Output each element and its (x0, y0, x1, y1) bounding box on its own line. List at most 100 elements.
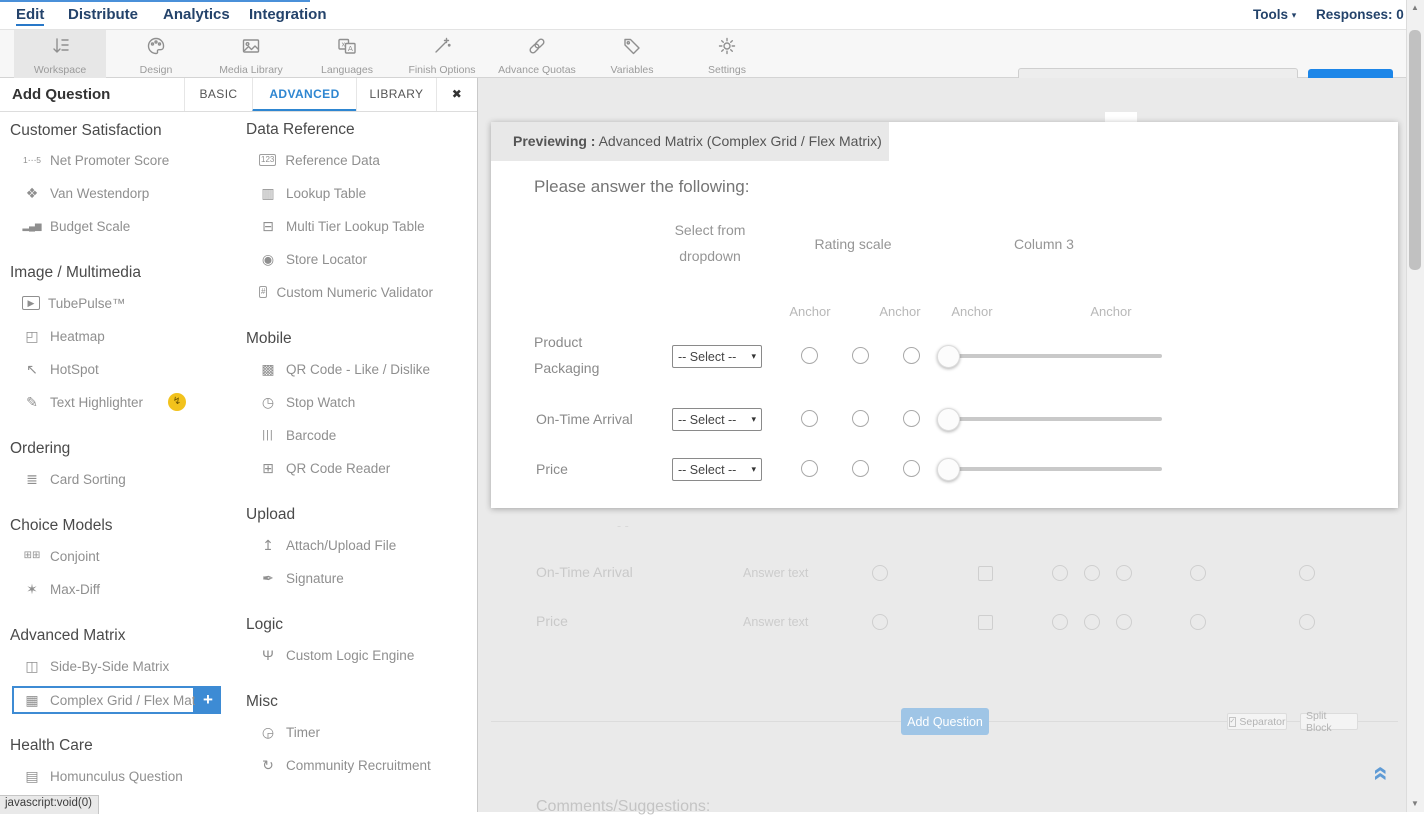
toolbar-label: Workspace (34, 64, 86, 76)
question-type-signature[interactable]: ✒Signature (258, 567, 344, 589)
rating-radio[interactable] (852, 460, 869, 477)
previewing-header: Previewing : Advanced Matrix (Complex Gr… (491, 122, 889, 161)
question-type-community-recruitment[interactable]: ↻Community Recruitment (258, 754, 431, 776)
column-header-dropdown-line2: dropdown (650, 248, 770, 264)
item-label: Heatmap (50, 329, 105, 344)
question-type-complex-grid-flex-matrix[interactable]: ▦Complex Grid / Flex Matrix (22, 689, 210, 711)
tools-menu[interactable]: Tools ▾ (1253, 7, 1296, 22)
dropdown-select[interactable]: -- Select --▾ (672, 458, 762, 481)
question-type-qr-code-reader[interactable]: ⊞QR Code Reader (258, 457, 390, 479)
top-nav: Edit Distribute Analytics Integration To… (0, 0, 1424, 30)
table-icon: ▥ (258, 186, 278, 200)
question-type-homunculus[interactable]: ▤Homunculus Question (22, 765, 183, 787)
toolbar-item-workspace[interactable]: Workspace (14, 30, 106, 78)
responses-count[interactable]: Responses: 0 (1316, 7, 1404, 22)
magic-wand-icon (431, 35, 453, 62)
question-type-conjoint[interactable]: ⊞⊞Conjoint (22, 545, 100, 567)
item-label: Stop Watch (286, 395, 355, 410)
question-type-lookup-table[interactable]: ▥Lookup Table (258, 182, 366, 204)
sorted-list-icon: ≣ (22, 472, 42, 486)
slider-handle[interactable] (937, 458, 960, 481)
price-tag-icon: ❖ (22, 186, 42, 200)
question-type-card-sorting[interactable]: ≣ Card Sorting (22, 468, 126, 490)
question-type-stop-watch[interactable]: ◷ Stop Watch (258, 391, 355, 413)
tab-library[interactable]: LIBRARY (356, 78, 436, 112)
toolbar-item-settings[interactable]: Settings (681, 30, 773, 78)
rating-radio[interactable] (852, 410, 869, 427)
close-icon[interactable]: ✖ (436, 78, 477, 112)
rating-radio[interactable] (903, 347, 920, 364)
question-type-custom-logic-engine[interactable]: ΨCustom Logic Engine (258, 644, 414, 666)
toolbar-item-advance-quotas[interactable]: Advance Quotas (491, 30, 583, 78)
scroll-to-top-icon[interactable]: « (1366, 766, 1397, 781)
slider-track[interactable] (955, 354, 1162, 358)
question-type-budget-scale[interactable]: ▂▄▆Budget Scale (22, 215, 130, 237)
question-type-hotspot[interactable]: ↖HotSpot (22, 358, 99, 380)
question-type-reference-data[interactable]: 123Reference Data (258, 149, 380, 171)
slider-track[interactable] (955, 467, 1162, 471)
question-text: Please answer the following: (534, 177, 749, 197)
add-selected-question-button[interactable]: + (195, 686, 221, 714)
question-type-custom-numeric-validator[interactable]: #Custom Numeric Validator (258, 281, 433, 303)
question-type-barcode[interactable]: |||Barcode (258, 424, 336, 446)
question-type-qr-like-dislike[interactable]: ▩QR Code - Like / Dislike (258, 358, 430, 380)
heatmap-icon: ◰ (22, 329, 42, 343)
tab-basic[interactable]: BASIC (184, 78, 252, 112)
nav-tab-distribute[interactable]: Distribute (68, 6, 138, 23)
slider-track[interactable] (955, 417, 1162, 421)
map-pin-icon: ◉ (258, 252, 278, 266)
tab-advanced[interactable]: ADVANCED (252, 78, 356, 112)
question-type-timer[interactable]: ◶Timer (258, 721, 320, 743)
nav-tab-analytics[interactable]: Analytics (163, 6, 230, 23)
item-label: Signature (286, 571, 344, 586)
toolbar-item-finish-options[interactable]: Finish Options (396, 30, 488, 78)
slider-handle[interactable] (937, 408, 960, 431)
dropdown-select[interactable]: -- Select --▾ (672, 345, 762, 368)
dropdown-select[interactable]: -- Select --▾ (672, 408, 762, 431)
add-question-button[interactable]: Add Question (901, 708, 989, 735)
nav-tab-integration[interactable]: Integration (249, 6, 327, 23)
toolbar-item-media-library[interactable]: Media Library (205, 30, 297, 78)
rating-radio[interactable] (903, 460, 920, 477)
qr-reader-icon: ⊞ (258, 461, 278, 475)
nav-tab-edit[interactable]: Edit (16, 6, 44, 26)
question-type-multi-tier-lookup-table[interactable]: ⊟Multi Tier Lookup Table (258, 215, 425, 237)
stopwatch-icon: ◷ (258, 395, 278, 409)
scrollbar-thumb[interactable] (1409, 30, 1421, 270)
question-type-attach-upload-file[interactable]: ↥Attach/Upload File (258, 534, 396, 556)
scroll-down-icon[interactable]: ▼ (1409, 799, 1421, 808)
toolbar-item-languages[interactable]: xA Languages (301, 30, 393, 78)
split-block-button[interactable]: Split Block (1300, 713, 1358, 730)
rating-radio[interactable] (852, 347, 869, 364)
item-label: Store Locator (286, 252, 367, 267)
rating-radio[interactable] (903, 410, 920, 427)
toolbar-item-variables[interactable]: Variables (586, 30, 678, 78)
item-label: Custom Numeric Validator (276, 285, 433, 300)
separator-button[interactable]: ✓Separator (1227, 713, 1287, 730)
scroll-up-icon[interactable]: ▲ (1409, 3, 1421, 12)
chevron-down-icon: ▾ (751, 351, 756, 362)
section-mobile: Mobile (246, 330, 292, 348)
rating-radio[interactable] (801, 460, 818, 477)
chevron-down-icon: ▾ (1292, 10, 1297, 20)
dimmed-radio (1052, 614, 1068, 630)
question-type-max-diff[interactable]: ✶Max-Diff (22, 578, 100, 600)
question-type-van-westendorp[interactable]: ❖Van Westendorp (22, 182, 149, 204)
rating-radio[interactable] (801, 410, 818, 427)
slider-handle[interactable] (937, 345, 960, 368)
rating-radio[interactable] (801, 347, 818, 364)
panel-title: Add Question (12, 86, 110, 103)
question-type-heatmap[interactable]: ◰ Heatmap (22, 325, 105, 347)
question-type-tubepulse[interactable]: ▶TubePulse™ (22, 292, 126, 314)
question-type-net-promoter-score[interactable]: 1⋯5Net Promoter Score (22, 149, 169, 171)
item-label: Timer (286, 725, 320, 740)
question-type-text-highlighter[interactable]: ✎Text Highlighter (22, 391, 143, 413)
item-label: Card Sorting (50, 472, 126, 487)
question-type-store-locator[interactable]: ◉ Store Locator (258, 248, 367, 270)
dimmed-radio (1190, 614, 1206, 630)
question-type-side-by-side-matrix[interactable]: ◫Side-By-Side Matrix (22, 655, 169, 677)
wand-icon: ✶ (22, 582, 42, 596)
grid-icon: ▦ (22, 693, 42, 707)
toolbar-item-design[interactable]: Design (110, 30, 202, 78)
item-label: Attach/Upload File (286, 538, 396, 553)
